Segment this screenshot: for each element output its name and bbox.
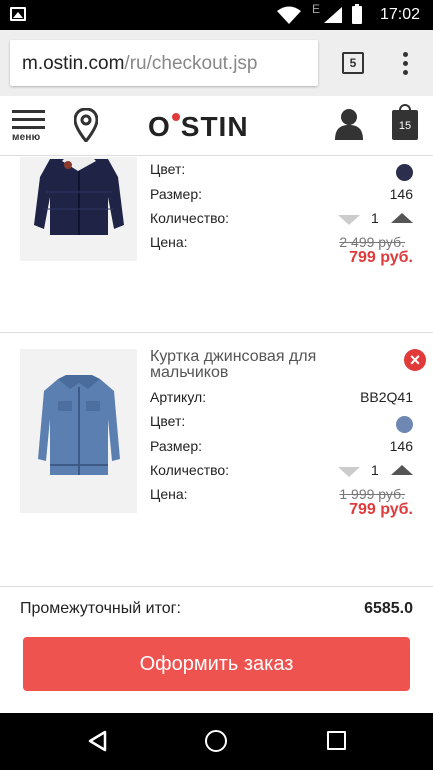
product-image[interactable] — [20, 349, 137, 513]
quantity-decrease-icon[interactable] — [338, 215, 360, 225]
color-swatch — [396, 164, 413, 181]
quantity-increase-icon[interactable] — [391, 213, 413, 223]
menu-button[interactable]: меню — [12, 110, 46, 143]
puffer-jacket-image — [20, 157, 137, 261]
checkout-button[interactable]: Оформить заказ — [23, 637, 410, 691]
logo-text-left: O — [148, 111, 171, 142]
color-row: Цвет: — [150, 413, 413, 435]
sale-price: 799 руб. — [349, 501, 413, 518]
item-divider — [0, 332, 433, 333]
shopping-bag-icon[interactable]: 15 — [392, 104, 418, 140]
url-bar[interactable]: m.ostin.com/ru/checkout.jsp — [10, 40, 318, 86]
tab-switcher-button[interactable]: 5 — [342, 52, 364, 74]
battery-icon — [352, 4, 362, 24]
signal-icon — [324, 7, 342, 23]
site-header: меню O STIN 15 — [0, 96, 433, 156]
url-host: m.ostin.com — [22, 53, 125, 74]
cart-items-list[interactable]: Цвет: Размер: 146 Количество: 1 Цена: 2 … — [0, 157, 433, 588]
hamburger-icon-bar — [12, 126, 45, 129]
logo-dot — [171, 113, 180, 121]
ostin-logo[interactable]: O STIN — [148, 111, 288, 142]
old-price: 2 499 руб. — [339, 234, 405, 250]
sku-row: Артикул: BB2Q41 — [150, 389, 413, 411]
location-pin-icon[interactable] — [74, 108, 98, 142]
sku-value: BB2Q41 — [360, 389, 413, 405]
old-price: 1 999 руб. — [339, 486, 405, 502]
wifi-icon — [277, 6, 301, 24]
logo-text-right: STIN — [180, 111, 249, 142]
remove-item-button[interactable]: × — [404, 349, 426, 371]
quantity-increase-icon[interactable] — [391, 465, 413, 475]
browser-toolbar: m.ostin.com/ru/checkout.jsp 5 — [0, 30, 433, 96]
denim-jacket-image — [20, 349, 137, 513]
color-label: Цвет: — [150, 161, 186, 177]
subtotal-label: Промежуточный итог: — [20, 600, 181, 617]
recent-apps-icon[interactable] — [327, 731, 346, 750]
back-icon[interactable] — [87, 730, 107, 752]
quantity-value: 1 — [371, 462, 379, 478]
color-label: Цвет: — [150, 413, 186, 429]
system-nav-bar — [0, 713, 433, 770]
size-label: Размер: — [150, 438, 203, 454]
item-divider — [0, 586, 433, 587]
home-icon[interactable] — [205, 730, 227, 752]
order-summary: Промежуточный итог: 6585.0 Оформить зака… — [0, 588, 433, 713]
size-label: Размер: — [150, 186, 203, 202]
cart-count-badge: 15 — [398, 120, 412, 132]
color-row: Цвет: — [150, 161, 413, 183]
sale-price: 799 руб. — [349, 249, 413, 266]
user-account-icon[interactable] — [335, 108, 363, 140]
size-row: Размер: 146 — [150, 186, 413, 208]
network-type-label: E — [312, 2, 321, 16]
quantity-row: Количество: 1 — [150, 210, 413, 232]
browser-menu-icon[interactable] — [398, 52, 412, 76]
sku-label: Артикул: — [150, 389, 207, 405]
price-label: Цена: — [150, 234, 188, 250]
status-bar: E 17:02 — [0, 0, 433, 30]
hamburger-icon — [12, 110, 45, 113]
quantity-row: Количество: 1 — [150, 462, 413, 484]
color-swatch — [396, 416, 413, 433]
quantity-label: Количество: — [150, 210, 230, 226]
image-notification-icon — [10, 7, 26, 21]
subtotal-value: 6585.0 — [364, 600, 413, 617]
quantity-label: Количество: — [150, 462, 230, 478]
product-name[interactable]: Куртка джинсовая для мальчиков — [150, 349, 380, 381]
size-row: Размер: 146 — [150, 438, 413, 460]
menu-label: меню — [12, 132, 41, 143]
product-image[interactable] — [20, 157, 137, 261]
size-value: 146 — [389, 186, 413, 202]
status-clock: 17:02 — [380, 6, 421, 23]
quantity-value: 1 — [371, 210, 379, 226]
hamburger-icon-bar — [12, 118, 45, 121]
url-path: /ru/checkout.jsp — [124, 53, 258, 74]
quantity-decrease-icon[interactable] — [338, 467, 360, 477]
size-value: 146 — [389, 438, 413, 454]
price-label: Цена: — [150, 486, 188, 502]
